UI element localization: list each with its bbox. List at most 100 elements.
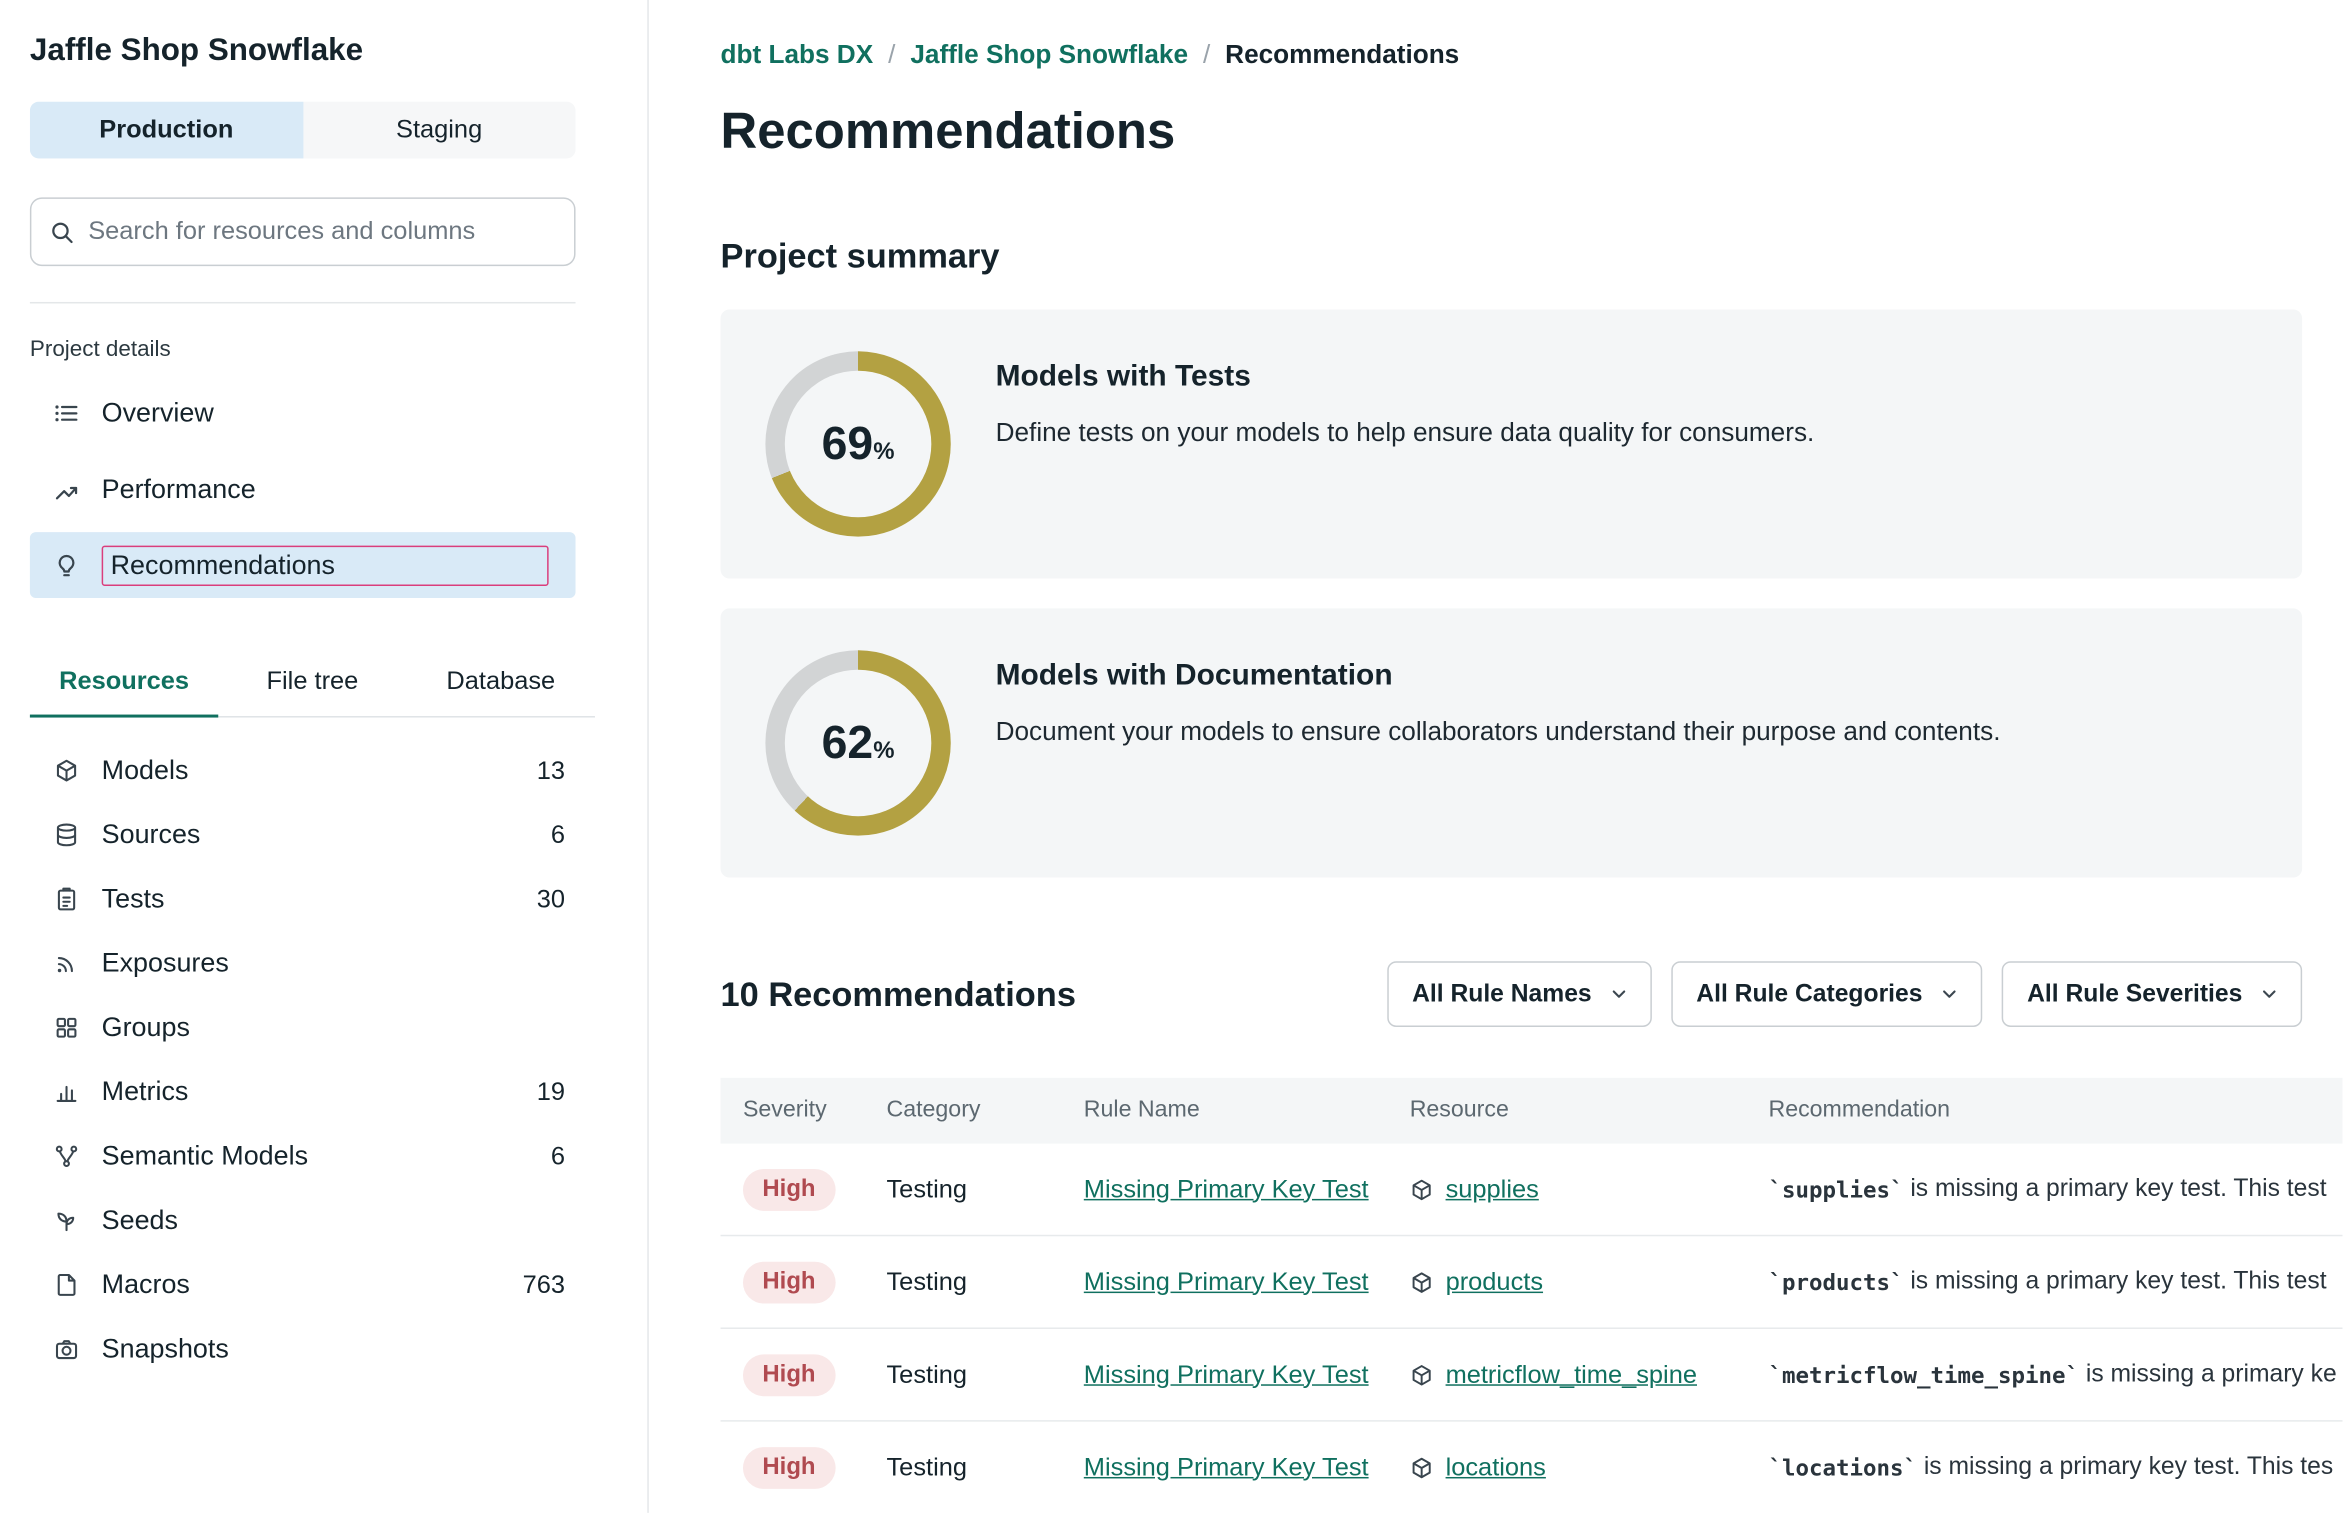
resource-item-models[interactable]: Models 13 — [30, 738, 586, 802]
database-icon — [54, 822, 79, 847]
resource-item-snapshots[interactable]: Snapshots — [30, 1317, 586, 1381]
filter-label: All Rule Severities — [2027, 980, 2242, 1008]
tab-production[interactable]: Production — [30, 102, 303, 159]
resource-label: Groups — [102, 1012, 190, 1043]
resource-item-seeds[interactable]: Seeds — [30, 1188, 586, 1252]
sidebar-item-overview[interactable]: Overview — [30, 380, 576, 446]
severity-badge: High — [743, 1168, 835, 1210]
card-description: Define tests on your models to help ensu… — [996, 417, 1815, 448]
recommendation-text: is missing a primary key test. This tes — [1917, 1453, 2333, 1481]
column-header-resource: Resource — [1387, 1078, 1746, 1144]
recommendations-heading: 10 Recommendations — [721, 974, 1076, 1014]
rule-name-link[interactable]: Missing Primary Key Test — [1084, 1452, 1369, 1482]
resource-item-sources[interactable]: Sources 6 — [30, 803, 586, 867]
resource-link[interactable]: metricflow_time_spine — [1446, 1360, 1697, 1390]
column-header-rule-name: Rule Name — [1061, 1078, 1387, 1144]
recommendation-cell: `products` is missing a primary key test… — [1746, 1236, 2342, 1327]
bar-chart-icon — [54, 1079, 79, 1104]
column-header-recommendation: Recommendation — [1746, 1078, 2342, 1144]
tab-resources[interactable]: Resources — [30, 649, 218, 718]
resource-label: Exposures — [102, 948, 229, 979]
rule-name-link[interactable]: Missing Primary Key Test — [1084, 1360, 1369, 1390]
recommendations-header: 10 Recommendations All Rule Names All Ru… — [721, 961, 2303, 1027]
file-icon — [54, 1272, 79, 1297]
resource-link-wrap: locations — [1410, 1452, 1546, 1482]
tab-database[interactable]: Database — [407, 649, 595, 716]
search-box[interactable] — [30, 197, 576, 266]
resource-count: 13 — [537, 756, 565, 786]
tab-staging[interactable]: Staging — [303, 102, 576, 159]
filter-rule-names[interactable]: All Rule Names — [1387, 961, 1652, 1027]
breadcrumb-separator: / — [888, 39, 895, 70]
breadcrumb-account[interactable]: dbt Labs DX — [721, 39, 874, 70]
resource-item-tests[interactable]: Tests 30 — [30, 867, 586, 931]
grid-icon — [54, 1015, 79, 1040]
resource-item-metrics[interactable]: Metrics 19 — [30, 1060, 586, 1124]
fork-icon — [54, 1144, 79, 1169]
project-nav: Overview Performance Recommendations — [30, 380, 576, 598]
tab-file-tree[interactable]: File tree — [218, 649, 406, 716]
resource-item-macros[interactable]: Macros 763 — [30, 1253, 586, 1317]
trend-chart-icon — [54, 476, 79, 501]
resource-link-wrap: supplies — [1410, 1174, 1539, 1204]
summary-cards: 69 % Models with Tests Define tests on y… — [721, 309, 2303, 877]
resource-item-exposures[interactable]: Exposures — [30, 931, 586, 995]
main-content: dbt Labs DX / Jaffle Shop Snowflake / Re… — [649, 0, 2344, 1513]
recommendation-code: `products` — [1768, 1268, 1903, 1295]
sidebar-item-performance[interactable]: Performance — [30, 456, 576, 522]
rule-name-cell: Missing Primary Key Test — [1061, 1329, 1387, 1420]
table-row: High Testing Missing Primary Key Test pr… — [721, 1236, 2343, 1329]
rule-name-cell: Missing Primary Key Test — [1061, 1422, 1387, 1513]
donut-chart-documentation: 62 % — [765, 650, 950, 835]
category-cell: Testing — [864, 1236, 1061, 1327]
resource-list: Models 13 Sources 6 Tests 30 — [30, 738, 586, 1381]
recommendation-code: `metricflow_time_spine` — [1768, 1361, 2079, 1388]
severity-cell: High — [721, 1236, 865, 1327]
resource-item-groups[interactable]: Groups — [30, 996, 586, 1060]
donut-percent-sign: % — [873, 440, 894, 467]
resource-link[interactable]: products — [1446, 1267, 1543, 1297]
sidebar-item-recommendations[interactable]: Recommendations — [30, 532, 576, 598]
resource-cell: locations — [1387, 1422, 1746, 1513]
donut-percent-value: 62 — [822, 716, 874, 770]
cube-icon — [54, 758, 79, 783]
chevron-down-icon — [2259, 984, 2280, 1005]
card-models-with-tests: 69 % Models with Tests Define tests on y… — [721, 309, 2303, 578]
rule-name-link[interactable]: Missing Primary Key Test — [1084, 1174, 1369, 1204]
cube-icon — [1410, 1455, 1434, 1479]
severity-badge: High — [743, 1354, 835, 1396]
resource-count: 6 — [551, 1141, 565, 1171]
recommendation-text: is missing a primary key test. This test — [1903, 1268, 2326, 1296]
resource-link[interactable]: supplies — [1446, 1174, 1539, 1204]
filter-rule-severities[interactable]: All Rule Severities — [2002, 961, 2302, 1027]
card-text: Models with Documentation Document your … — [996, 608, 2001, 877]
recommendation-cell: `supplies` is missing a primary key test… — [1746, 1144, 2342, 1235]
severity-cell: High — [721, 1422, 865, 1513]
sidebar-tabbar: Resources File tree Database — [30, 649, 595, 718]
project-details-label: Project details — [30, 336, 617, 361]
donut-percent-value: 69 — [822, 417, 874, 471]
rule-name-link[interactable]: Missing Primary Key Test — [1084, 1267, 1369, 1297]
category-cell: Testing — [864, 1144, 1061, 1235]
recommendation-cell: `locations` is missing a primary key tes… — [1746, 1422, 2342, 1513]
recommendation-text: is missing a primary key test. This test — [1903, 1175, 2326, 1203]
resource-link[interactable]: locations — [1446, 1452, 1546, 1482]
resource-label: Semantic Models — [102, 1141, 308, 1172]
nav-focus-ring: Recommendations — [102, 545, 549, 585]
resource-count: 30 — [537, 884, 565, 914]
resource-item-semantic-models[interactable]: Semantic Models 6 — [30, 1124, 586, 1188]
filter-rule-categories[interactable]: All Rule Categories — [1671, 961, 1982, 1027]
sidebar-item-label: Performance — [102, 473, 256, 504]
breadcrumb-project[interactable]: Jaffle Shop Snowflake — [910, 39, 1188, 70]
rule-name-cell: Missing Primary Key Test — [1061, 1144, 1387, 1235]
column-header-category: Category — [864, 1078, 1061, 1144]
severity-cell: High — [721, 1329, 865, 1420]
breadcrumb: dbt Labs DX / Jaffle Shop Snowflake / Re… — [721, 39, 2344, 70]
card-title: Models with Documentation — [996, 659, 2001, 693]
resource-link-wrap: metricflow_time_spine — [1410, 1360, 1697, 1390]
page-title: Recommendations — [721, 103, 2344, 161]
resource-link-wrap: products — [1410, 1267, 1543, 1297]
search-input[interactable] — [88, 217, 556, 247]
filter-label: All Rule Categories — [1696, 980, 1922, 1008]
donut-label: 62 % — [765, 650, 950, 835]
